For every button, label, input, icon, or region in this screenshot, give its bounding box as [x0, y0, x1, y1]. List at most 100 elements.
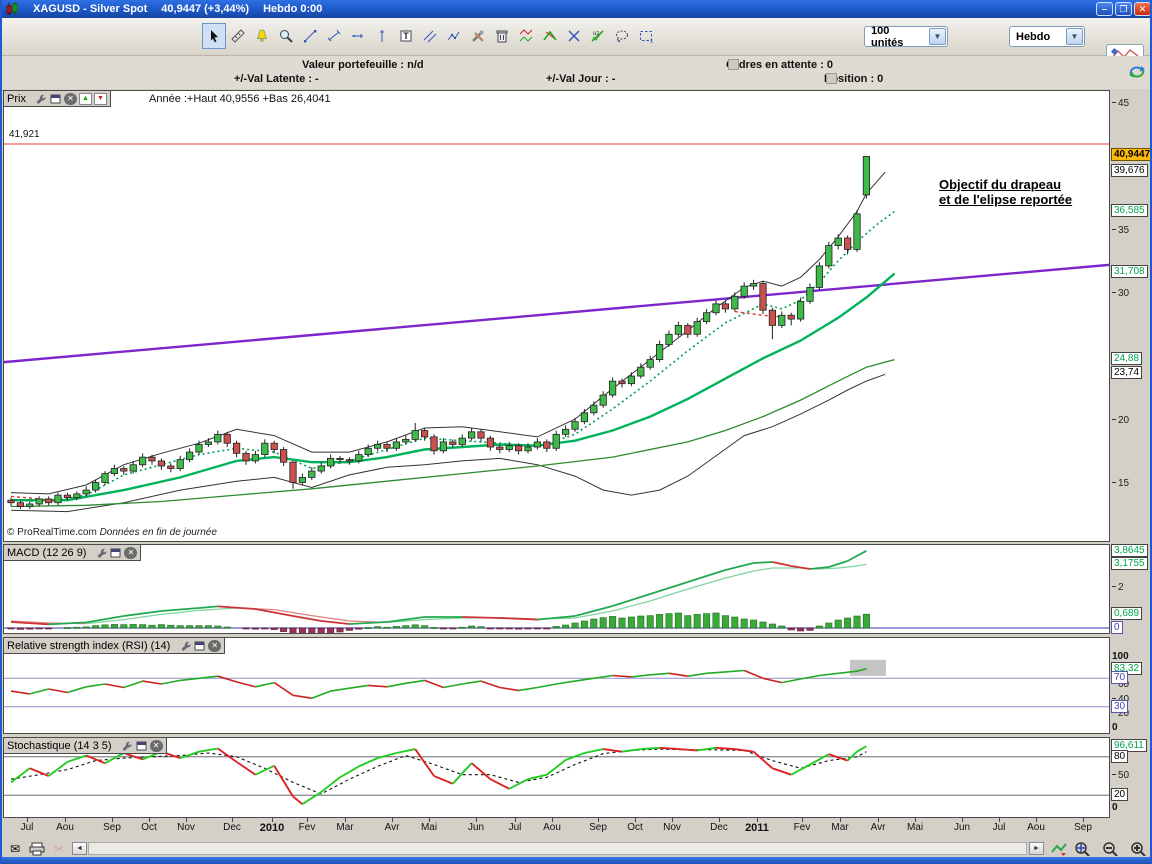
month-label: Fev [794, 822, 811, 833]
tool-pattern-triangles[interactable] [514, 23, 538, 49]
axis-tag: 40,9447 [1111, 148, 1152, 161]
orders-icon[interactable] [728, 59, 739, 70]
close-panel-icon[interactable]: ✕ [64, 93, 77, 105]
month-label: Jul [509, 822, 522, 833]
rsi-panel-header: Relative strength index (RSI) (14) ✕ [4, 638, 225, 654]
month-label: Mai [907, 822, 923, 833]
tool-delete[interactable] [490, 23, 514, 49]
chart-mode-icon[interactable] [1050, 841, 1068, 856]
scale-down-icon[interactable]: ▼ [94, 93, 107, 105]
period-dropdown[interactable]: Hebdo ▼ [1009, 26, 1085, 47]
copyright-note: © ProRealTime.com Données en fin de jour… [7, 527, 217, 538]
month-label: Mai [421, 822, 437, 833]
tool-alarm[interactable] [250, 23, 274, 49]
minimize-icon[interactable]: – [1096, 2, 1113, 16]
price-axis[interactable]: 453530201540,944739,67636,58531,70824,88… [1110, 90, 1152, 820]
month-label: 2010 [260, 822, 284, 834]
tool-zoom[interactable] [274, 23, 298, 49]
close-panel-icon[interactable]: ✕ [208, 640, 221, 652]
month-label: 2011 [745, 822, 769, 834]
month-label: Avr [385, 822, 400, 833]
axis-tag: 3,1755 [1111, 557, 1148, 570]
tool-trendline[interactable] [298, 23, 322, 49]
macd-panel-header: MACD (12 26 9) ✕ [4, 545, 141, 561]
axis-tick: 50 [1112, 770, 1129, 781]
tool-lasso[interactable] [610, 23, 634, 49]
title-period: Hebdo 0:00 [263, 3, 322, 15]
tool-horizontal-line[interactable] [346, 23, 370, 49]
stochastic-chart[interactable]: Stochastique (14 3 5) ✕ [3, 737, 1110, 818]
month-label: Aou [543, 822, 561, 833]
month-label: Aou [56, 822, 74, 833]
zoom-in-icon[interactable] [1130, 841, 1148, 856]
zoom-out-icon[interactable] [1102, 841, 1120, 856]
wrench-icon[interactable] [120, 740, 133, 752]
tool-pointer[interactable] [202, 23, 226, 49]
month-label: Jul [993, 822, 1006, 833]
axis-tag: 70 [1111, 671, 1128, 684]
cut-icon[interactable]: ✂ [50, 841, 68, 856]
scroll-left-button[interactable]: ◄ [72, 842, 87, 855]
time-axis[interactable]: JulAouSepOctNovDec2010FevMarAvrMaiJunJul… [2, 818, 1110, 840]
wrench-icon[interactable] [178, 640, 191, 652]
price-panel-title: Prix [7, 93, 26, 105]
chart-annotation[interactable]: Objectif du drapeau et de l'elipse repor… [939, 177, 1072, 207]
tool-pattern-fork[interactable] [538, 23, 562, 49]
chevron-down-icon[interactable]: ▼ [1066, 28, 1083, 45]
axis-tag: 23,74 [1111, 366, 1142, 379]
wrench-icon[interactable] [34, 93, 47, 105]
month-label: Aou [1027, 822, 1045, 833]
position-icon[interactable] [826, 73, 837, 84]
axis-tag: 36,585 [1111, 204, 1148, 217]
zoom-fit-icon[interactable] [1074, 841, 1092, 856]
status-bar: ✉ ✂ ◄ ► [2, 840, 1152, 857]
tool-segment[interactable] [322, 23, 346, 49]
scroll-right-button[interactable]: ► [1029, 842, 1044, 855]
app-icon [5, 2, 19, 16]
price-panel-header: Prix ✕ ▲ ▼ [4, 91, 111, 107]
close-icon[interactable]: ✕ [1134, 2, 1151, 16]
scale-up-icon[interactable]: ▲ [79, 93, 92, 105]
close-panel-icon[interactable]: ✕ [150, 740, 163, 752]
tool-text[interactable]: T [394, 23, 418, 49]
tool-cross-lines[interactable] [562, 23, 586, 49]
tool-polyline[interactable] [442, 23, 466, 49]
resistance-level-label: 41,921 [9, 129, 40, 140]
close-panel-icon[interactable]: ✕ [124, 547, 137, 559]
detach-window-icon[interactable] [193, 640, 206, 652]
month-label: Oct [627, 822, 643, 833]
month-label: Nov [663, 822, 681, 833]
units-dropdown[interactable]: 100 unités ▼ [864, 26, 948, 47]
detach-window-icon[interactable] [135, 740, 148, 752]
svg-text:x: x [650, 39, 653, 44]
restore-icon[interactable]: ❐ [1115, 2, 1132, 16]
mail-icon[interactable]: ✉ [6, 841, 24, 856]
tool-zone[interactable]: x [634, 23, 658, 49]
macd-chart[interactable]: MACD (12 26 9) ✕ [3, 544, 1110, 634]
tool-settings[interactable] [466, 23, 490, 49]
axis-tick: 30 [1112, 288, 1129, 299]
title-quote: 40,9447 (+3,44%) [161, 3, 249, 15]
axis-tick: 0 [1112, 802, 1118, 813]
axis-tick: 35 [1112, 225, 1129, 236]
tool-channel[interactable] [418, 23, 442, 49]
tool-ruler[interactable] [226, 23, 250, 49]
chevron-down-icon[interactable]: ▼ [929, 28, 946, 45]
chart-scrollbar[interactable] [88, 842, 1027, 855]
rsi-chart[interactable]: Relative strength index (RSI) (14) ✕ [3, 637, 1110, 734]
wrench-icon[interactable] [94, 547, 107, 559]
title-instrument: XAGUSD - Silver Spot [33, 3, 147, 15]
month-label: Mar [336, 822, 353, 833]
month-label: Sep [103, 822, 121, 833]
macd-panel-title: MACD (12 26 9) [7, 547, 86, 559]
axis-tick: 0 [1112, 722, 1118, 733]
detach-window-icon[interactable] [109, 547, 122, 559]
month-label: Avr [871, 822, 886, 833]
tool-regression[interactable]: uz [586, 23, 610, 49]
print-icon[interactable] [28, 841, 46, 856]
tool-vertical-line[interactable] [370, 23, 394, 49]
detach-window-icon[interactable] [49, 93, 62, 105]
axis-tick: 20 [1112, 415, 1129, 426]
price-chart[interactable]: Prix ✕ ▲ ▼ Année :+Haut 40,9556 +Bas 26,… [3, 90, 1110, 542]
refresh-icon[interactable] [1128, 64, 1146, 80]
